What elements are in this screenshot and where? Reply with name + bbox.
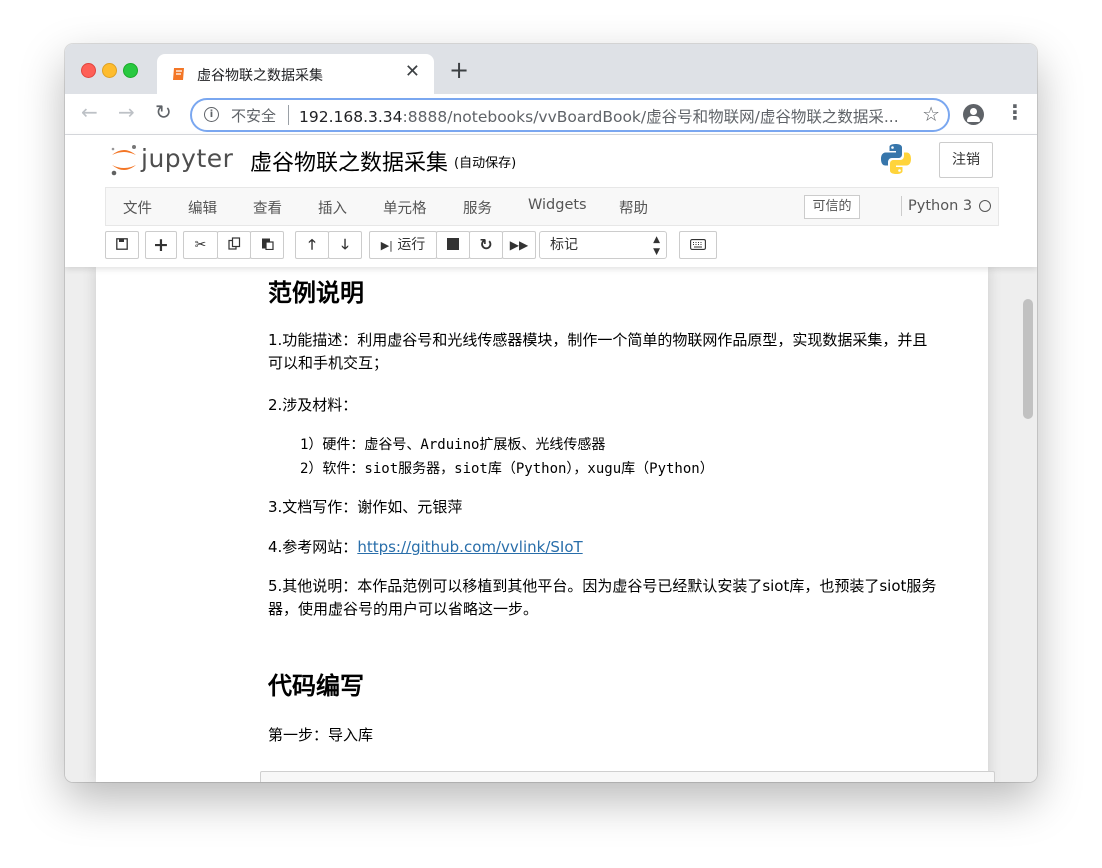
menu-cell[interactable]: 单元格 (383, 197, 427, 218)
profile-avatar-icon[interactable] (963, 104, 984, 125)
description-line-2: 可以和手机交互； (268, 354, 389, 372)
menu-kernel[interactable]: 服务 (463, 197, 492, 218)
bookmark-star-icon[interactable]: ☆ (922, 102, 940, 126)
info-icon[interactable]: i (204, 107, 219, 122)
save-icon (116, 238, 128, 250)
browser-tab[interactable]: 虚谷物联之数据采集 ✕ (157, 54, 434, 94)
run-button[interactable]: ▶| 运行 (369, 231, 437, 259)
paragraph-materials: 2.涉及材料： (268, 396, 358, 414)
menu-insert[interactable]: 插入 (318, 197, 347, 218)
paragraph-step1: 第一步：导入库 (268, 726, 374, 744)
back-arrow-icon[interactable]: ← (81, 102, 98, 122)
select-arrows-icon: ▲ ▼ (653, 235, 660, 257)
url-separator (288, 105, 289, 125)
notes-line-2: 器，使用虚谷号的用户可以省略这一步。 (268, 600, 539, 618)
run-label: 运行 (397, 237, 426, 253)
tab-title: 虚谷物联之数据采集 (197, 68, 323, 84)
notes-line-1: 5.其他说明：本作品范例可以移植到其他平台。因为虚谷号已经默认安装了siot库，… (268, 577, 937, 595)
scissors-icon: ✂ (194, 237, 207, 253)
paragraph-reference: 4.参考网站：https://github.com/vvlink/SIoT (268, 536, 988, 559)
move-down-button[interactable]: 🡓 (328, 231, 362, 259)
menu-help[interactable]: 帮助 (619, 197, 648, 218)
kernel-idle-icon (979, 200, 991, 212)
cut-button[interactable]: ✂ (183, 231, 218, 259)
arrow-down-icon: 🡓 (341, 237, 349, 253)
save-button[interactable] (105, 231, 139, 259)
restart-icon: ↻ (479, 235, 493, 254)
code-cell[interactable] (260, 771, 995, 782)
scrollbar-thumb[interactable] (1023, 299, 1033, 419)
description-line-1: 1.功能描述：利用虚谷号和光线传感器模块，制作一个简单的物联网作品原型，实现数据… (268, 331, 928, 349)
maximize-window-button[interactable] (123, 63, 138, 78)
plus-icon: + (153, 234, 169, 256)
copy-icon (227, 237, 240, 250)
url-host: 192.168.3.34 (299, 108, 403, 126)
menu-view[interactable]: 查看 (253, 197, 282, 218)
restart-button[interactable]: ↻ (469, 231, 503, 259)
close-window-button[interactable] (81, 63, 96, 78)
stop-icon (447, 238, 459, 250)
cell-type-select[interactable]: 标记 ▲ ▼ (539, 231, 667, 259)
fast-forward-icon: ▶▶ (509, 238, 529, 252)
paragraph-notes: 5.其他说明：本作品范例可以移植到其他平台。因为虚谷号已经默认安装了siot库，… (268, 575, 988, 621)
restart-run-all-button[interactable]: ▶▶ (502, 231, 536, 259)
close-tab-icon[interactable]: ✕ (405, 61, 420, 82)
arrow-up-icon: 🡑 (308, 237, 316, 253)
heading-code: 代码编写 (268, 672, 364, 700)
security-label[interactable]: 不安全 (231, 105, 276, 126)
autosave-status: (自动保存) (454, 156, 517, 171)
list-item: 1）硬件：虚谷号、Arduino扩展板、光线传感器 (300, 437, 606, 453)
keyboard-icon (690, 239, 706, 250)
cell-type-value: 标记 (550, 237, 578, 253)
new-tab-icon[interactable]: + (449, 58, 469, 82)
menu-widgets[interactable]: Widgets (528, 197, 587, 213)
browser-window: 虚谷物联之数据采集 ✕ + ← → ↻ i 不安全 192.168.3.34:8… (65, 44, 1037, 782)
reload-icon[interactable]: ↻ (155, 102, 172, 122)
menu-bar: 文件 编辑 查看 插入 单元格 服务 Widgets 帮助 可信的 Python… (105, 187, 999, 226)
reference-link[interactable]: https://github.com/vvlink/SIoT (357, 538, 582, 556)
url-text[interactable]: 192.168.3.34:8888/notebooks/vvBoardBook/… (299, 105, 907, 127)
tab-bar: 虚谷物联之数据采集 ✕ + (65, 44, 1037, 94)
list-item: 2）软件：siot服务器，siot库（Python），xugu库（Python） (300, 461, 714, 477)
step-forward-icon: ▶| (380, 239, 393, 252)
jupyter-logo-icon[interactable] (109, 143, 139, 181)
trusted-indicator[interactable]: 可信的 (804, 195, 860, 219)
jupyter-header: jupyter 虚谷物联之数据采集 (自动保存) 注销 文件 编辑 查看 插入 … (65, 135, 1037, 267)
logout-button[interactable]: 注销 (939, 142, 993, 178)
notebook-page: 范例说明 1.功能描述：利用虚谷号和光线传感器模块，制作一个简单的物联网作品原型… (96, 267, 995, 782)
heading-examples: 范例说明 (268, 279, 364, 307)
notebook-area: 范例说明 1.功能描述：利用虚谷号和光线传感器模块，制作一个简单的物联网作品原型… (65, 267, 1037, 782)
notebook-title[interactable]: 虚谷物联之数据采集 (250, 145, 448, 177)
copy-button[interactable] (217, 231, 251, 259)
insert-cell-button[interactable]: + (145, 231, 177, 259)
interrupt-button[interactable] (436, 231, 470, 259)
move-up-button[interactable]: 🡑 (295, 231, 329, 259)
materials-list: 1）硬件：虚谷号、Arduino扩展板、光线传感器 2）软件：siot服务器，s… (300, 433, 1020, 481)
notebook-icon (171, 66, 187, 86)
more-menu-icon[interactable]: ⋮ (1005, 102, 1025, 122)
paragraph-authors: 3.文档写作：谢作如、元银萍 (268, 498, 463, 516)
paste-button[interactable] (250, 231, 284, 259)
paste-icon (261, 238, 274, 251)
menu-file[interactable]: 文件 (123, 197, 152, 218)
python-logo-icon (879, 142, 913, 180)
command-palette-button[interactable] (679, 231, 717, 259)
url-path: :8888/notebooks/vvBoardBook/虚谷号和物联网/虚谷物联… (402, 108, 899, 126)
kernel-name[interactable]: Python 3 (901, 196, 972, 216)
forward-arrow-icon[interactable]: → (118, 102, 135, 122)
navigation-bar: ← → ↻ i 不安全 192.168.3.34:8888/notebooks/… (65, 94, 1037, 135)
jupyter-logo-text[interactable]: jupyter (141, 144, 233, 173)
address-bar[interactable]: i 不安全 192.168.3.34:8888/notebooks/vvBoar… (190, 98, 950, 132)
reference-label: 4.参考网站： (268, 538, 358, 556)
paragraph-description: 1.功能描述：利用虚谷号和光线传感器模块，制作一个简单的物联网作品原型，实现数据… (268, 329, 988, 375)
minimize-window-button[interactable] (102, 63, 117, 78)
menu-edit[interactable]: 编辑 (188, 197, 217, 218)
